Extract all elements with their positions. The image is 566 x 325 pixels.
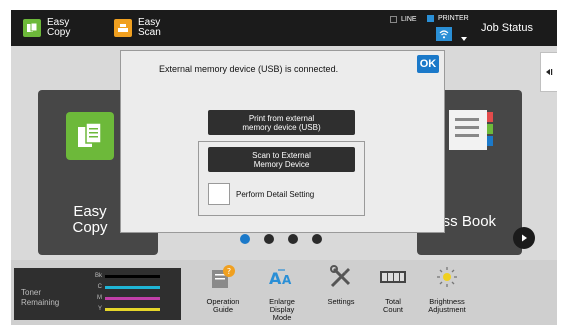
easy-copy-title: Easy Copy xyxy=(72,203,108,236)
easy-scan-shortcut[interactable]: Easy Scan xyxy=(114,13,161,43)
page-indicator xyxy=(240,234,322,244)
line-status: LINE xyxy=(390,16,417,23)
scan-group: Scan to External Memory Device Perform D… xyxy=(198,141,365,216)
top-bar: Easy Copy Easy Scan LINE PRINTER Job Sta… xyxy=(11,10,557,46)
chevron-down-icon xyxy=(461,37,467,41)
operation-guide-icon: ? xyxy=(209,264,237,290)
settings-button[interactable]: Settings xyxy=(313,264,369,306)
usb-connected-dialog: External memory device (USB) is connecte… xyxy=(120,50,445,233)
toner-row-y: Y xyxy=(92,306,160,312)
scan-to-usb-button[interactable]: Scan to External Memory Device xyxy=(208,147,355,172)
easy-copy-label: Easy Copy xyxy=(47,17,71,38)
next-page-button[interactable] xyxy=(513,227,535,249)
page-dot[interactable] xyxy=(264,234,274,244)
toner-bar-cyan xyxy=(105,285,160,289)
toner-row-m: M xyxy=(92,295,160,301)
toner-panel: Toner Remaining Bk C M Y xyxy=(14,268,181,320)
panel-arrow-icon xyxy=(546,69,553,75)
easy-scan-label: Easy Scan xyxy=(138,17,161,38)
settings-label: Settings xyxy=(327,297,355,306)
svg-text:?: ? xyxy=(227,267,231,276)
copy-icon xyxy=(66,112,114,160)
play-arrow-icon xyxy=(522,234,527,242)
address-book-icon xyxy=(449,110,493,150)
brightness-adjustment-label: Brightness Adjustment xyxy=(428,297,466,314)
toner-title: Toner Remaining xyxy=(21,288,60,307)
printer-label: PRINTER xyxy=(438,15,469,22)
wifi-icon xyxy=(436,27,452,41)
easy-scan-icon xyxy=(114,19,132,37)
settings-icon xyxy=(327,264,355,290)
ok-button[interactable]: OK xyxy=(417,55,439,73)
total-count-label: Total Count xyxy=(382,297,403,314)
brightness-adjustment-button[interactable]: Brightness Adjustment xyxy=(419,264,475,314)
toner-bar-yellow xyxy=(105,307,160,311)
enlarge-display-label: Enlarge Display Mode xyxy=(269,297,295,322)
page-dot[interactable] xyxy=(240,234,250,244)
dialog-message: External memory device (USB) is connecte… xyxy=(159,64,339,74)
toner-label: C xyxy=(97,284,102,290)
page-dot[interactable] xyxy=(312,234,322,244)
total-count-icon xyxy=(379,264,407,290)
toner-row-c: C xyxy=(92,284,160,290)
operation-guide-label: Operation Guide xyxy=(206,297,240,314)
easy-copy-shortcut[interactable]: Easy Copy xyxy=(23,13,70,43)
operation-guide-button[interactable]: ? Operation Guide xyxy=(195,264,251,314)
svg-text:A: A xyxy=(282,273,292,287)
total-count-button[interactable]: Total Count xyxy=(365,264,421,314)
enlarge-display-icon: AA xyxy=(268,264,296,290)
detail-setting-checkbox[interactable] xyxy=(208,183,230,205)
page-dot[interactable] xyxy=(288,234,298,244)
toner-bar-magenta xyxy=(105,296,160,300)
line-label: LINE xyxy=(401,16,417,23)
toner-bar-black xyxy=(105,274,160,278)
line-indicator-icon xyxy=(390,16,397,23)
enlarge-display-button[interactable]: AA Enlarge Display Mode xyxy=(254,264,310,322)
toner-label: Bk xyxy=(94,273,102,279)
bottom-bar: Toner Remaining Bk C M Y ? Operation Gui… xyxy=(11,260,557,325)
toner-row-bk: Bk xyxy=(92,273,160,279)
easy-copy-icon xyxy=(23,19,41,37)
brightness-icon xyxy=(433,264,461,290)
toner-label: Y xyxy=(97,306,102,312)
toner-label: M xyxy=(97,295,102,301)
printer-status[interactable]: PRINTER xyxy=(427,15,469,41)
print-from-usb-button[interactable]: Print from external memory device (USB) xyxy=(208,110,355,135)
svg-text:A: A xyxy=(269,269,282,287)
job-status-button[interactable]: Job Status xyxy=(481,22,533,34)
printer-indicator-icon xyxy=(427,15,434,22)
side-panel-tab[interactable] xyxy=(540,52,557,92)
detail-setting-label: Perform Detail Setting xyxy=(236,190,315,199)
